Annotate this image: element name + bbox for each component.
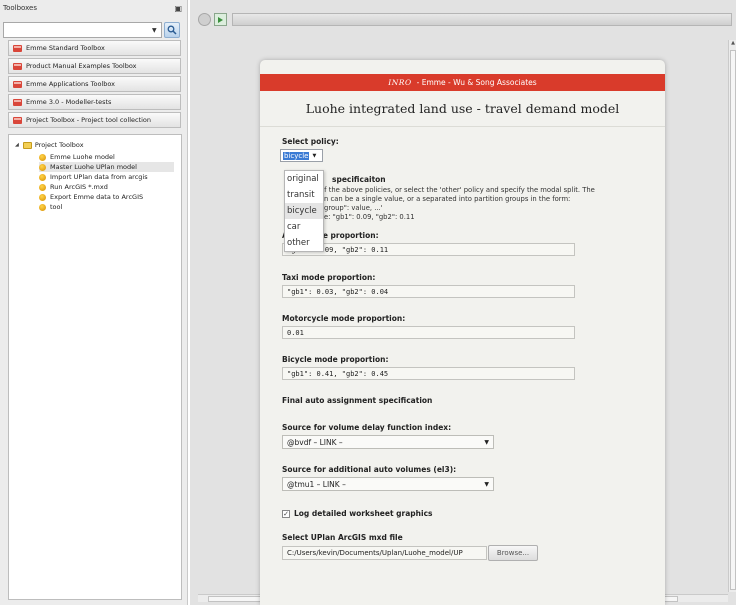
mxd-file-path-input[interactable]: C:/Users/kevin/Documents/Uplan/Luohe_mod…: [282, 546, 487, 560]
el3-source-select[interactable]: @tmu1 – LINK – ▼: [282, 477, 494, 491]
el3-source-label: Source for additional auto volumes (el3)…: [282, 465, 457, 474]
toolbox-tab-label: Product Manual Examples Toolbox: [26, 62, 137, 70]
toolbox-search-row: ▼: [3, 22, 180, 38]
toolbox-icon: [13, 44, 22, 52]
vertical-scroll-thumb[interactable]: [730, 50, 736, 590]
vdf-source-select[interactable]: @bvdf – LINK – ▼: [282, 435, 494, 449]
tree-item-run-arcgis-mxd[interactable]: Run ArcGIS *.mxd: [39, 182, 108, 192]
progress-bar: [232, 13, 732, 26]
tree-item-label: Import UPlan data from arcgis: [50, 173, 148, 181]
inro-logo: INRO: [388, 78, 412, 87]
browse-button[interactable]: Browse...: [488, 545, 538, 561]
toolbox-tab-modeller-tests[interactable]: Emme 3.0 - Modeller-tests: [8, 94, 181, 110]
policy-option-bicycle[interactable]: bicycle: [285, 203, 323, 219]
toolbox-search-input[interactable]: [3, 22, 162, 38]
toolbox-icon: [13, 98, 22, 106]
tree-root-label: Project Toolbox: [34, 141, 84, 149]
auto-mode-input[interactable]: "gb1": 0.09, "gb2": 0.11: [282, 243, 575, 256]
log-graphics-label: Log detailed worksheet graphics: [294, 509, 433, 518]
toolbox-tree: ◢ Project Toolbox Emme Luohe model Maste…: [8, 134, 182, 600]
form-header-text: - Emme - Wu & Song Associates: [416, 78, 537, 87]
select-policy-label: Select policy:: [282, 137, 339, 146]
bicycle-mode-label: Bicycle mode proportion:: [282, 355, 389, 364]
tree-root-project-toolbox[interactable]: ◢ Project Toolbox: [15, 140, 84, 150]
policy-dropdown-list: original transit bicycle car other: [284, 170, 324, 252]
tree-item-label: Export Emme data to ArcGIS: [50, 193, 144, 201]
toolbox-icon: [13, 62, 22, 70]
modal-spec-line-2: n can be a single value, or a separated …: [324, 195, 571, 203]
el3-source-value: @tmu1 – LINK –: [287, 479, 346, 489]
stop-button[interactable]: [198, 13, 211, 26]
tree-item-label: Emme Luohe model: [50, 153, 115, 161]
tree-item-label: tool: [50, 203, 63, 211]
bicycle-mode-input[interactable]: "gb1": 0.41, "gb2": 0.45: [282, 367, 575, 380]
tool-icon: [39, 173, 46, 181]
vdf-source-label: Source for volume delay function index:: [282, 423, 452, 432]
motorcycle-mode-input[interactable]: 0.01: [282, 326, 575, 339]
tree-item-master-luohe-uplan-model[interactable]: Master Luohe UPlan model: [39, 162, 174, 172]
toolbox-tab-label: Emme 3.0 - Modeller-tests: [26, 98, 112, 106]
toolboxes-title: Toolboxes: [3, 4, 37, 12]
folder-icon: [22, 141, 32, 149]
search-icon: [167, 25, 177, 35]
chevron-down-icon: ▼: [312, 152, 317, 159]
tool-run-toolbar: [190, 10, 736, 32]
toolbox-tab-label: Project Toolbox - Project tool collectio…: [26, 116, 152, 124]
toolbox-tab-label: Emme Standard Toolbox: [26, 44, 105, 52]
policy-option-original[interactable]: original: [285, 171, 323, 187]
tree-item-export-emme-data[interactable]: Export Emme data to ArcGIS: [39, 192, 143, 202]
tree-item-emme-luohe-model[interactable]: Emme Luohe model: [39, 152, 115, 162]
toolbox-tab-emme-applications[interactable]: Emme Applications Toolbox: [8, 76, 181, 92]
taxi-mode-label: Taxi mode proportion:: [282, 273, 376, 282]
scroll-up-icon[interactable]: ▲: [729, 40, 736, 48]
tool-main-area: ▲ INRO - Emme - Wu & Song Associates Luo…: [190, 0, 736, 605]
modal-spec-line-3: group": value, ...': [324, 204, 383, 212]
modal-spec-line-4: e: "gb1": 0.09, "gb2": 0.11: [324, 213, 415, 221]
toolboxes-title-bar: Toolboxes ▣: [0, 0, 187, 16]
tool-icon: [39, 153, 46, 161]
tree-item-tool[interactable]: tool: [39, 202, 62, 212]
tree-item-label: Master Luohe UPlan model: [50, 163, 137, 171]
tool-icon: [39, 163, 46, 171]
tree-item-label: Run ArcGIS *.mxd: [50, 183, 108, 191]
policy-select[interactable]: bicycle ▼: [280, 149, 323, 162]
tool-icon: [39, 193, 46, 201]
policy-select-value: bicycle: [283, 151, 310, 160]
form-title: Luohe integrated land use - travel deman…: [260, 101, 665, 127]
modal-spec-label-end: specificaiton: [332, 175, 386, 184]
tool-icon: [39, 183, 46, 191]
toolbox-icon: [13, 80, 22, 88]
chevron-down-icon[interactable]: ▼: [152, 27, 157, 34]
float-panel-icon[interactable]: ▣: [174, 4, 182, 13]
motorcycle-mode-label: Motorcycle mode proportion:: [282, 314, 406, 323]
policy-option-transit[interactable]: transit: [285, 187, 323, 203]
tool-icon: [39, 203, 46, 211]
search-button[interactable]: [164, 22, 180, 38]
toolbox-icon: [13, 116, 22, 124]
policy-option-car[interactable]: car: [285, 219, 323, 235]
log-graphics-checkbox[interactable]: ✓: [282, 510, 290, 518]
chevron-down-icon: ▼: [484, 438, 489, 446]
form-header-bar: INRO - Emme - Wu & Song Associates: [260, 74, 665, 91]
toolbox-tab-project[interactable]: Project Toolbox - Project tool collectio…: [8, 112, 181, 128]
vdf-source-value: @bvdf – LINK –: [287, 437, 343, 447]
toolboxes-panel: Toolboxes ▣ ▼ Emme Standard Toolbox Prod…: [0, 0, 188, 605]
toolbox-tab-product-manual[interactable]: Product Manual Examples Toolbox: [8, 58, 181, 74]
tree-item-import-uplan-data[interactable]: Import UPlan data from arcgis: [39, 172, 148, 182]
policy-option-other[interactable]: other: [285, 235, 323, 251]
mxd-file-label: Select UPlan ArcGIS mxd file: [282, 533, 403, 542]
toolbox-tab-label: Emme Applications Toolbox: [26, 80, 115, 88]
final-assignment-heading: Final auto assignment specification: [282, 396, 433, 405]
expand-arrow-icon[interactable]: ◢: [15, 142, 19, 148]
vertical-scrollbar[interactable]: ▲: [728, 40, 736, 592]
toolbox-tab-emme-standard[interactable]: Emme Standard Toolbox: [8, 40, 181, 56]
chevron-down-icon: ▼: [484, 480, 489, 488]
taxi-mode-input[interactable]: "gb1": 0.03, "gb2": 0.04: [282, 285, 575, 298]
run-button[interactable]: [214, 13, 227, 26]
modal-spec-line-1: of the above policies, or select the 'ot…: [320, 186, 595, 194]
tool-form-page: INRO - Emme - Wu & Song Associates Luohe…: [260, 60, 665, 605]
